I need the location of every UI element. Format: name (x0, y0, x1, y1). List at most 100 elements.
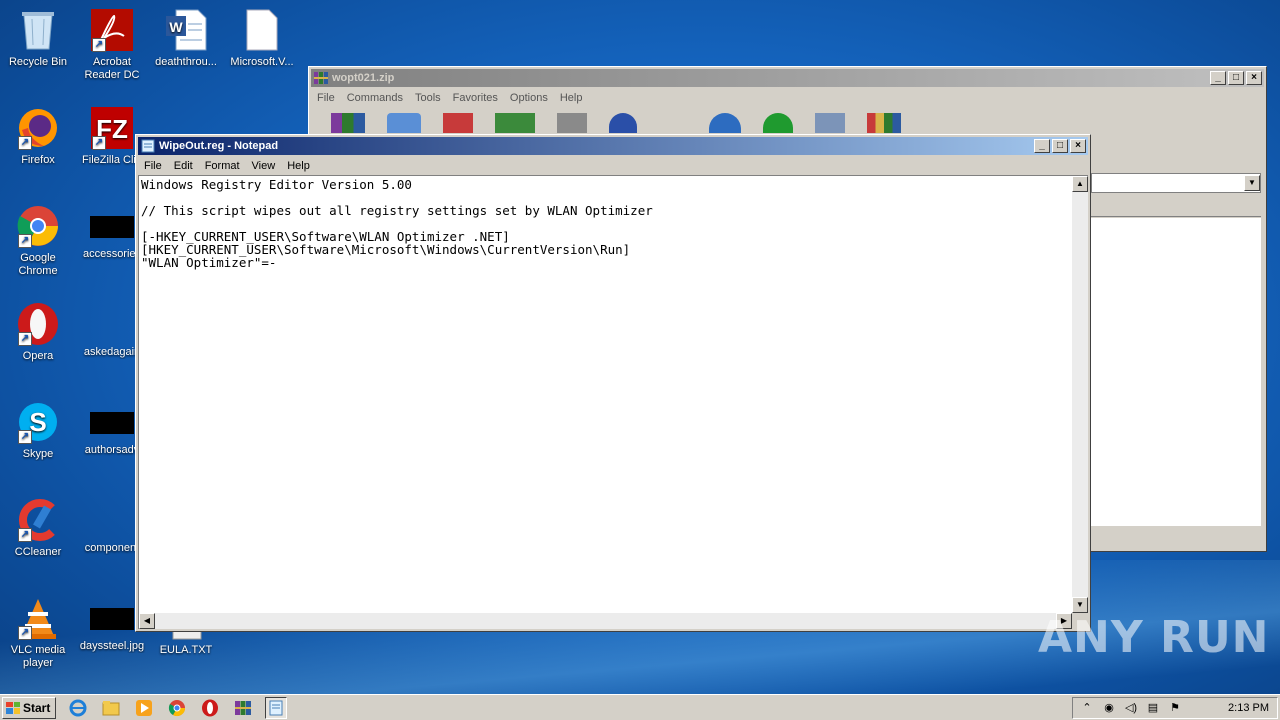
wizard-icon[interactable] (659, 113, 687, 133)
menu-view[interactable]: View (246, 160, 282, 172)
desktop-icon-label: Google Chrome (18, 252, 58, 277)
menu-commands[interactable]: Commands (341, 92, 409, 104)
taskbar-clock[interactable]: 2:13 PM (1228, 702, 1269, 714)
test-icon[interactable] (443, 113, 473, 133)
action-center-flag-icon[interactable]: ⚑ (1167, 700, 1183, 716)
desktop-icon-microsoft-v[interactable]: Microsoft.V... (224, 8, 300, 69)
desktop-icon-opera[interactable]: ↗ Opera (0, 302, 76, 363)
desktop-icon-firefox[interactable]: ↗ Firefox (0, 106, 76, 167)
taskbar: Start ⌃ ◉ ◁) ▤ ⚑ 2:13 PM (0, 694, 1280, 720)
virus-scan-icon[interactable] (763, 113, 793, 133)
notepad-window[interactable]: WipeOut.reg - Notepad _ □ × File Edit Fo… (135, 134, 1091, 632)
minimize-button[interactable]: _ (1034, 139, 1050, 153)
shortcut-arrow-icon: ↗ (18, 626, 32, 640)
redacted-icon (90, 510, 134, 532)
info-icon[interactable] (709, 113, 741, 133)
windows-logo-icon (6, 701, 20, 714)
menu-tools[interactable]: Tools (409, 92, 447, 104)
start-button[interactable]: Start (2, 696, 56, 719)
winrar-statusbar (1091, 533, 1261, 549)
scroll-left-button[interactable]: ◀ (139, 613, 155, 629)
recycle-bin-icon (16, 8, 60, 52)
desktop-icon-acrobat[interactable]: ↗ Acrobat Reader DC (74, 8, 150, 82)
shortcut-arrow-icon: ↗ (18, 528, 32, 542)
network-icon[interactable]: ◉ (1101, 700, 1117, 716)
notepad-text[interactable]: Windows Registry Editor Version 5.00 // … (141, 178, 1070, 611)
desktop-icon-recycle-bin[interactable]: Recycle Bin (0, 8, 76, 69)
system-tray: ⌃ ◉ ◁) ▤ ⚑ 2:13 PM (1072, 697, 1278, 719)
shortcut-arrow-icon: ↗ (18, 332, 32, 346)
shortcut-arrow-icon: ↗ (18, 430, 32, 444)
menu-help[interactable]: Help (554, 92, 589, 104)
desktop-icon-label: Firefox (21, 154, 55, 166)
winrar-taskbar-icon[interactable] (232, 697, 254, 719)
menu-favorites[interactable]: Favorites (447, 92, 504, 104)
close-button[interactable]: × (1070, 139, 1086, 153)
desktop-icon-deaththrou[interactable]: W deaththrou... (148, 8, 224, 69)
word-doc-icon: W (164, 8, 208, 52)
media-player-icon[interactable] (133, 697, 155, 719)
ccleaner-icon: ↗ (16, 498, 60, 542)
shortcut-arrow-icon: ↗ (18, 136, 32, 150)
file-list[interactable] (1091, 218, 1261, 526)
winrar-title: wopt021.zip (332, 72, 395, 84)
vlc-icon: ↗ (16, 596, 60, 640)
delete-icon[interactable] (557, 113, 587, 133)
file-icon (240, 8, 284, 52)
find-icon[interactable] (609, 113, 637, 133)
winrar-titlebar[interactable]: wopt021.zip _ □ × (311, 69, 1264, 87)
show-hidden-icons-icon[interactable]: ⌃ (1079, 700, 1095, 716)
menu-options[interactable]: Options (504, 92, 554, 104)
view-icon[interactable] (495, 113, 535, 133)
desktop-icon-label: dayssteel.jpg (79, 640, 145, 652)
start-label: Start (23, 700, 51, 715)
desktop-icon-vlc[interactable]: ↗ VLC media player (0, 596, 76, 670)
scroll-up-button[interactable]: ▲ (1072, 176, 1088, 192)
desktop-icon-label: Acrobat Reader DC (84, 56, 140, 81)
chrome-taskbar-icon[interactable] (166, 697, 188, 719)
vertical-scrollbar[interactable]: ▲ ▼ (1072, 176, 1088, 613)
extract-folder-icon[interactable] (387, 113, 421, 133)
maximize-button[interactable]: □ (1052, 139, 1068, 153)
maximize-button[interactable]: □ (1228, 71, 1244, 85)
minimize-button[interactable]: _ (1210, 71, 1226, 85)
redacted-icon (90, 314, 134, 336)
volume-icon[interactable]: ◁) (1123, 700, 1139, 716)
path-dropdown[interactable]: ▼ (1091, 173, 1261, 193)
menu-file[interactable]: File (138, 160, 168, 172)
notepad-taskbar-icon[interactable] (265, 696, 287, 719)
desktop-icon-label: Microsoft.V... (230, 56, 294, 68)
opera-taskbar-icon[interactable] (199, 697, 221, 719)
notepad-title: WipeOut.reg - Notepad (159, 140, 279, 152)
close-button[interactable]: × (1246, 71, 1262, 85)
comment-icon[interactable] (815, 113, 845, 133)
notepad-icon (141, 139, 155, 153)
svg-text:W: W (169, 19, 183, 35)
desktop-icon-label: Skype (22, 448, 54, 460)
chrome-icon: ↗ (16, 204, 60, 248)
power-icon[interactable]: ▤ (1145, 700, 1161, 716)
sfx-icon[interactable] (867, 113, 901, 133)
menu-help[interactable]: Help (281, 160, 316, 172)
winrar-menubar: File Commands Tools Favorites Options He… (309, 89, 1266, 107)
desktop-icon-label: Recycle Bin (8, 56, 68, 68)
notepad-menubar: File Edit Format View Help (136, 157, 1090, 175)
chevron-down-icon[interactable]: ▼ (1244, 175, 1260, 191)
shortcut-arrow-icon: ↗ (92, 38, 106, 52)
add-icon[interactable] (331, 113, 365, 133)
menu-format[interactable]: Format (199, 160, 246, 172)
menu-file[interactable]: File (311, 92, 341, 104)
notepad-titlebar[interactable]: WipeOut.reg - Notepad _ □ × (138, 137, 1088, 155)
horizontal-scrollbar[interactable]: ◀ ▶ (139, 613, 1072, 629)
scroll-down-button[interactable]: ▼ (1072, 597, 1088, 613)
explorer-folder-icon[interactable] (100, 697, 122, 719)
internet-explorer-icon[interactable] (67, 697, 89, 719)
desktop-icon-label: CCleaner (14, 546, 62, 558)
desktop-icon-chrome[interactable]: ↗ Google Chrome (0, 204, 76, 278)
menu-edit[interactable]: Edit (168, 160, 199, 172)
opera-icon: ↗ (16, 302, 60, 346)
desktop-icon-ccleaner[interactable]: ↗ CCleaner (0, 498, 76, 559)
redacted-icon (90, 216, 134, 238)
desktop-icon-skype[interactable]: S ↗ Skype (0, 400, 76, 461)
notepad-edit-area[interactable]: Windows Registry Editor Version 5.00 // … (138, 175, 1088, 629)
